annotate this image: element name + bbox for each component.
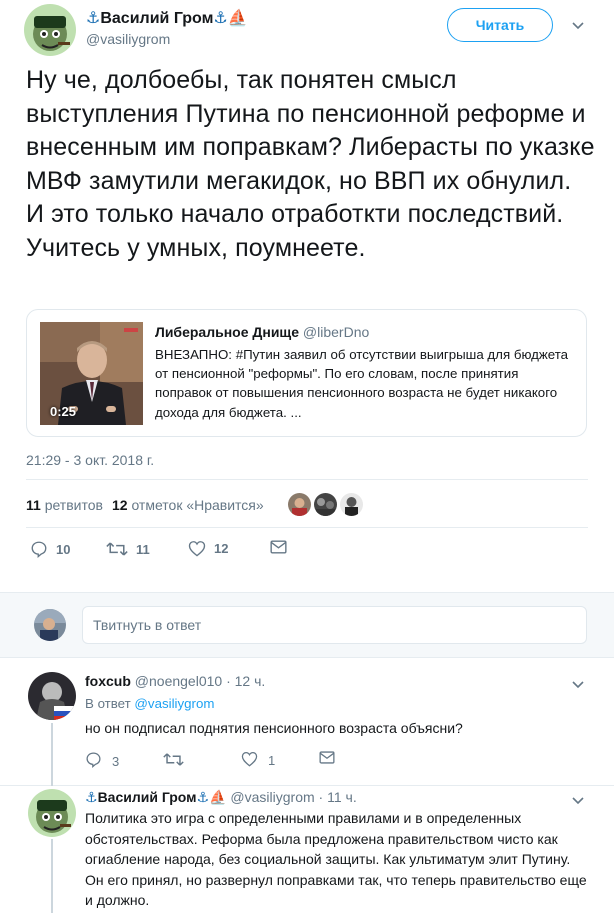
reply-button[interactable]: 3 [85,751,119,771]
retweet-button[interactable]: 11 [106,540,150,558]
liker-avatar[interactable] [288,493,311,516]
heart-icon [241,751,258,770]
tweet-text: Ну че, долбоебы, так понятен смысл высту… [26,66,595,262]
reply-actions: 3 1 [85,751,345,771]
author-avatar[interactable] [24,4,76,56]
divider [26,527,588,528]
liker-avatar[interactable] [314,493,337,516]
follow-button[interactable]: Читать [447,8,553,42]
in-reply-to: В ответ @vasiliygrom [85,696,215,711]
reply-author-handle[interactable]: @vasiliygrom [230,789,314,805]
sailboat-icon: ⛵ [227,10,248,27]
reply-author-avatar[interactable] [28,672,76,720]
chevron-down-icon[interactable] [572,18,584,33]
quoted-author: Либеральное Днище @liberDno [155,324,369,340]
direct-message-button[interactable] [270,540,287,554]
anchor-icon: ⚓ [86,10,101,27]
reply-header: foxcub @noengel010 · 12 ч. [85,673,266,689]
anchor-icon: ⚓ [196,789,210,805]
chevron-down-icon[interactable] [572,677,584,692]
reply-author-handle[interactable]: @noengel010 [135,673,222,689]
quoted-author-handle: @liberDno [302,324,370,340]
reply-icon [30,540,48,558]
retweet-button[interactable] [163,751,184,771]
chevron-down-icon[interactable] [572,793,584,808]
quoted-author-name: Либеральное Днище [155,324,300,340]
reply-tweet[interactable]: ⚓Василий Гром⚓⛵ @vasiliygrom · 11 ч. Пол… [0,786,614,913]
like-button[interactable]: 12 [188,540,228,557]
current-user-avatar[interactable] [34,609,66,641]
reply-tweet[interactable]: foxcub @noengel010 · 12 ч. В ответ @vasi… [0,659,614,786]
author-handle[interactable]: @vasiliygrom [86,31,170,47]
sailboat-icon: ⛵ [209,789,227,805]
anchor-icon: ⚓ [213,10,228,27]
video-duration: 0:25 [50,404,77,419]
reply-icon [85,751,102,771]
reply-composer: Твитнуть в ответ [0,592,614,658]
liker-avatar[interactable] [340,493,363,516]
main-tweet: ⚓Василий Гром⚓⛵ @vasiliygrom Читать Ну ч… [0,0,614,592]
reply-input[interactable]: Твитнуть в ответ [82,606,587,644]
divider [26,479,588,480]
envelope-icon [319,751,335,767]
heart-icon [188,540,206,557]
reply-author-avatar[interactable] [28,789,76,837]
reply-text: но он подписал поднятия пенсионного возр… [85,720,463,736]
tweet-timestamp[interactable]: 21:29 - 3 окт. 2018 г. [26,452,154,468]
reply-time[interactable]: 12 ч. [235,673,266,689]
likers-avatars [288,493,363,516]
envelope-icon [270,540,287,554]
reply-text: Политика это игра с определенными правил… [85,810,587,908]
reply-author-name[interactable]: Василий Гром [98,789,197,805]
author-display-name[interactable]: ⚓Василий Гром⚓⛵ [86,8,248,28]
likes-stat[interactable]: 12 отметок «Нравится» [112,497,264,513]
retweets-stat[interactable]: 11 ретвитов [26,497,103,513]
thread-line [51,723,53,786]
quoted-tweet-text: ВНЕЗАПНО: #Путин заявил об отсутствии вы… [155,347,569,420]
direct-message-button[interactable] [319,751,335,767]
reply-author-name[interactable]: foxcub [85,673,131,689]
video-thumbnail[interactable]: 0:25 [40,322,143,425]
reply-header: ⚓Василий Гром⚓⛵ @vasiliygrom · 11 ч. [85,789,357,805]
quoted-tweet[interactable]: 0:25 Либеральное Днище @liberDno ВНЕЗАПН… [26,309,587,437]
reply-time[interactable]: 11 ч. [327,789,357,805]
tweet-actions: 10 11 12 [26,540,326,562]
thread-line [51,839,53,913]
like-button[interactable]: 1 [241,751,275,770]
anchor-icon: ⚓ [85,789,98,805]
retweet-icon [163,751,184,771]
in-reply-to-link[interactable]: @vasiliygrom [134,696,214,711]
retweet-icon [106,540,128,558]
reply-button[interactable]: 10 [30,540,70,558]
tweet-stats: 11 ретвитов 12 отметок «Нравится» [26,497,264,513]
